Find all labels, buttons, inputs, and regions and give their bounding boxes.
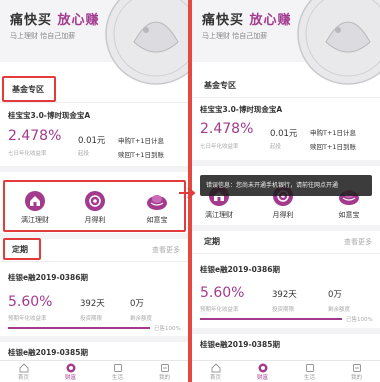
coin-illustration [104, 0, 188, 86]
banner-title: 痛快买 放心赚 [202, 13, 292, 28]
sold-percent: 已售100% [154, 326, 181, 332]
promo-banner[interactable]: 痛快买 放心赚 马上理财 恰自己加薪 [0, 0, 188, 85]
fund-min-label: 起投 [270, 144, 282, 150]
fund-rule-2: 赎回T+1日到账 [310, 143, 357, 151]
fund-product-name[interactable]: 桂宝宝3.0-博时现金宝A [8, 110, 90, 121]
term-rate-label: 预期年化收益率 [8, 316, 47, 322]
life-icon [113, 364, 122, 372]
fund-rate-label: 七日年化收益率 [200, 144, 239, 150]
quick-entry-label: 如意宝 [338, 211, 360, 219]
divider [0, 102, 188, 103]
fund-rule-1: 申购T+1日计息 [310, 129, 357, 137]
banner-subtitle: 马上理财 恰自己加薪 [202, 32, 268, 40]
sold-progress-fill [8, 327, 150, 329]
term-see-more-link[interactable]: 查看更多 [152, 245, 180, 255]
wealth-icon [66, 363, 75, 373]
term-product-name[interactable]: 桂银e融2019-0385期 [8, 347, 88, 358]
highlight-fund-section [2, 76, 56, 102]
coin-illustration [296, 0, 380, 86]
banner-subtitle: 马上理财 恰自己加薪 [10, 32, 76, 40]
highlight-quick-entries [3, 180, 186, 232]
tab-life[interactable]: 生活 [94, 361, 141, 382]
fund-rate-label: 七日年化收益率 [8, 151, 47, 157]
wealth-icon [258, 363, 267, 373]
tab-life[interactable]: 生活 [286, 361, 333, 382]
error-toast: 错误信息：您尚未开通手机银行，请前往网点开通 [200, 175, 372, 196]
term-remaining-label: 剩余额度 [328, 307, 351, 313]
section-gap [192, 225, 380, 231]
tab-profile[interactable]: 我的 [333, 361, 380, 382]
bottom-tab-bar: 首页 财富 生活 我的 [0, 360, 188, 382]
term-period-label: 投资期限 [272, 307, 295, 313]
right-screen: 痛快买 放心赚 马上理财 恰自己加薪 基金专区 桂宝宝3.0-博时现金宝A 2.… [192, 0, 380, 382]
fund-rule-1: 申购T+1日计息 [118, 137, 165, 145]
fund-min-amount: 0.01元 [270, 129, 298, 139]
tab-label: 财富 [64, 375, 76, 381]
quick-entry-label: 漓江理财 [205, 211, 233, 219]
section-gap [0, 336, 188, 342]
tab-label: 我的 [350, 375, 362, 381]
term-section-title: 定期 [204, 237, 220, 246]
fund-rate: 2.478% [200, 121, 254, 137]
section-gap [0, 166, 188, 172]
term-remaining-label: 剩余额度 [130, 316, 153, 322]
section-gap [192, 328, 380, 334]
term-rate: 5.60% [200, 285, 245, 301]
term-remaining: 0万 [130, 299, 144, 309]
profile-icon [160, 364, 169, 372]
sold-percent: 已售100% [346, 317, 373, 323]
banner-title: 痛快买 放心赚 [10, 13, 100, 28]
bottom-tab-bar: 首页 财富 生活 我的 [192, 360, 380, 382]
term-product-name[interactable]: 桂银e融2019-0386期 [200, 264, 280, 275]
tab-label: 首页 [209, 375, 221, 381]
term-rate-label: 预期年化收益率 [200, 307, 239, 313]
term-period-label: 投资期限 [80, 316, 103, 322]
fund-rule-2: 赎回T+1日到账 [118, 151, 165, 159]
fund-section-title: 基金专区 [204, 81, 236, 90]
fund-min-amount: 0.01元 [78, 136, 106, 146]
sold-progress-bar [200, 318, 342, 320]
sold-progress-fill [200, 318, 342, 320]
term-product-name[interactable]: 桂银e融2019-0385期 [200, 339, 280, 350]
divider [192, 97, 380, 98]
tab-label: 生活 [111, 375, 123, 381]
tab-profile[interactable]: 我的 [141, 361, 188, 382]
sold-progress-bar [8, 327, 150, 329]
term-remaining: 0万 [328, 290, 342, 300]
profile-icon [352, 364, 361, 372]
term-see-more-link[interactable]: 查看更多 [344, 237, 372, 247]
home-icon [211, 363, 220, 373]
tab-label: 首页 [17, 375, 29, 381]
tab-label: 我的 [158, 375, 170, 381]
divider [192, 253, 380, 254]
tab-wealth[interactable]: 财富 [239, 361, 286, 382]
tab-home[interactable]: 首页 [0, 361, 47, 382]
tab-label: 生活 [303, 375, 315, 381]
term-period: 392天 [80, 299, 105, 309]
section-gap [192, 160, 380, 166]
term-period: 392天 [272, 290, 297, 300]
divider [0, 261, 188, 262]
highlight-term-section [3, 238, 41, 260]
fund-product-name[interactable]: 桂宝宝3.0-博时现金宝A [200, 104, 282, 115]
left-screen: 痛快买 放心赚 马上理财 恰自己加薪 基金专区 桂宝宝3.0-博时现金宝A 2.… [0, 0, 188, 382]
tab-wealth[interactable]: 财富 [47, 361, 94, 382]
tab-home[interactable]: 首页 [192, 361, 239, 382]
tab-label: 财富 [256, 375, 268, 381]
quick-entry-label: 月得利 [272, 211, 294, 219]
fund-rate: 2.478% [8, 128, 62, 144]
term-rate: 5.60% [8, 294, 53, 310]
life-icon [305, 364, 314, 372]
promo-banner[interactable]: 痛快买 放心赚 马上理财 恰自己加薪 [192, 0, 380, 85]
home-icon [19, 363, 28, 373]
fund-min-label: 起投 [78, 151, 90, 157]
arrow-right-icon [179, 187, 196, 199]
term-product-name[interactable]: 桂银e融2019-0386期 [8, 272, 88, 283]
